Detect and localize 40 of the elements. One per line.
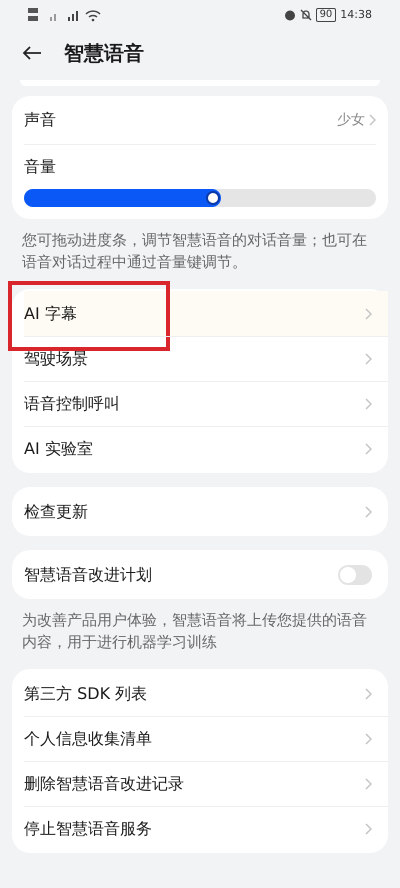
chevron-icon [365, 778, 372, 790]
settings-row[interactable]: 个人信息收集清单 [24, 716, 388, 761]
toggle-switch[interactable] [338, 564, 372, 584]
chevron-icon [365, 506, 372, 518]
privacy-note: 为改善产品用户体验，智慧语音将上传您提供的语音内容，用于进行机器学习训练 [21, 610, 368, 653]
page-title: 智慧语音 [64, 40, 144, 67]
row-label: 检查更新 [24, 500, 88, 522]
settings-row[interactable]: AI 实验室 [24, 426, 388, 471]
chevron-icon [365, 823, 372, 835]
volume-label: 音量 [24, 156, 57, 178]
settings-row[interactable]: AI 字幕 [24, 291, 388, 336]
chevron-icon [365, 353, 372, 365]
back-arrow-icon[interactable] [22, 45, 42, 61]
row-label: AI 字幕 [24, 302, 77, 324]
row-label: 删除智慧语音改进记录 [24, 773, 184, 795]
mute-icon [300, 9, 312, 21]
settings-row[interactable]: 删除智慧语音改进记录 [24, 761, 388, 806]
chevron-icon [369, 114, 376, 126]
volume-note: 您可拖动进度条，调节智慧语音的对话音量；也可在语音对话过程中通过音量键调节。 [21, 230, 368, 273]
chevron-icon [365, 308, 372, 320]
chevron-icon [365, 443, 372, 455]
row-label: 第三方 SDK 列表 [24, 682, 148, 704]
row-label: AI 实验室 [24, 438, 93, 460]
row-label: 个人信息收集清单 [24, 728, 152, 750]
battery-level: 90 [316, 8, 336, 22]
row-label: 停止智慧语音服务 [24, 818, 152, 840]
settings-row[interactable]: 驾驶场景 [24, 336, 388, 381]
volume-slider[interactable] [24, 189, 376, 207]
settings-row[interactable]: 语音控制呼叫 [24, 381, 388, 426]
chevron-icon [365, 733, 372, 745]
row-label: 语音控制呼叫 [24, 393, 120, 415]
settings-row[interactable]: 第三方 SDK 列表 [24, 671, 388, 716]
row-label: 智慧语音改进计划 [24, 564, 152, 586]
chevron-icon [365, 398, 372, 410]
row-label: 驾驶场景 [24, 348, 88, 370]
chevron-icon [365, 688, 372, 700]
voice-label: 声音 [24, 109, 56, 131]
status-time: 14:38 [340, 6, 372, 23]
settings-row[interactable]: 停止智慧语音服务 [24, 806, 388, 851]
voice-selector[interactable]: 少女 [337, 110, 376, 130]
